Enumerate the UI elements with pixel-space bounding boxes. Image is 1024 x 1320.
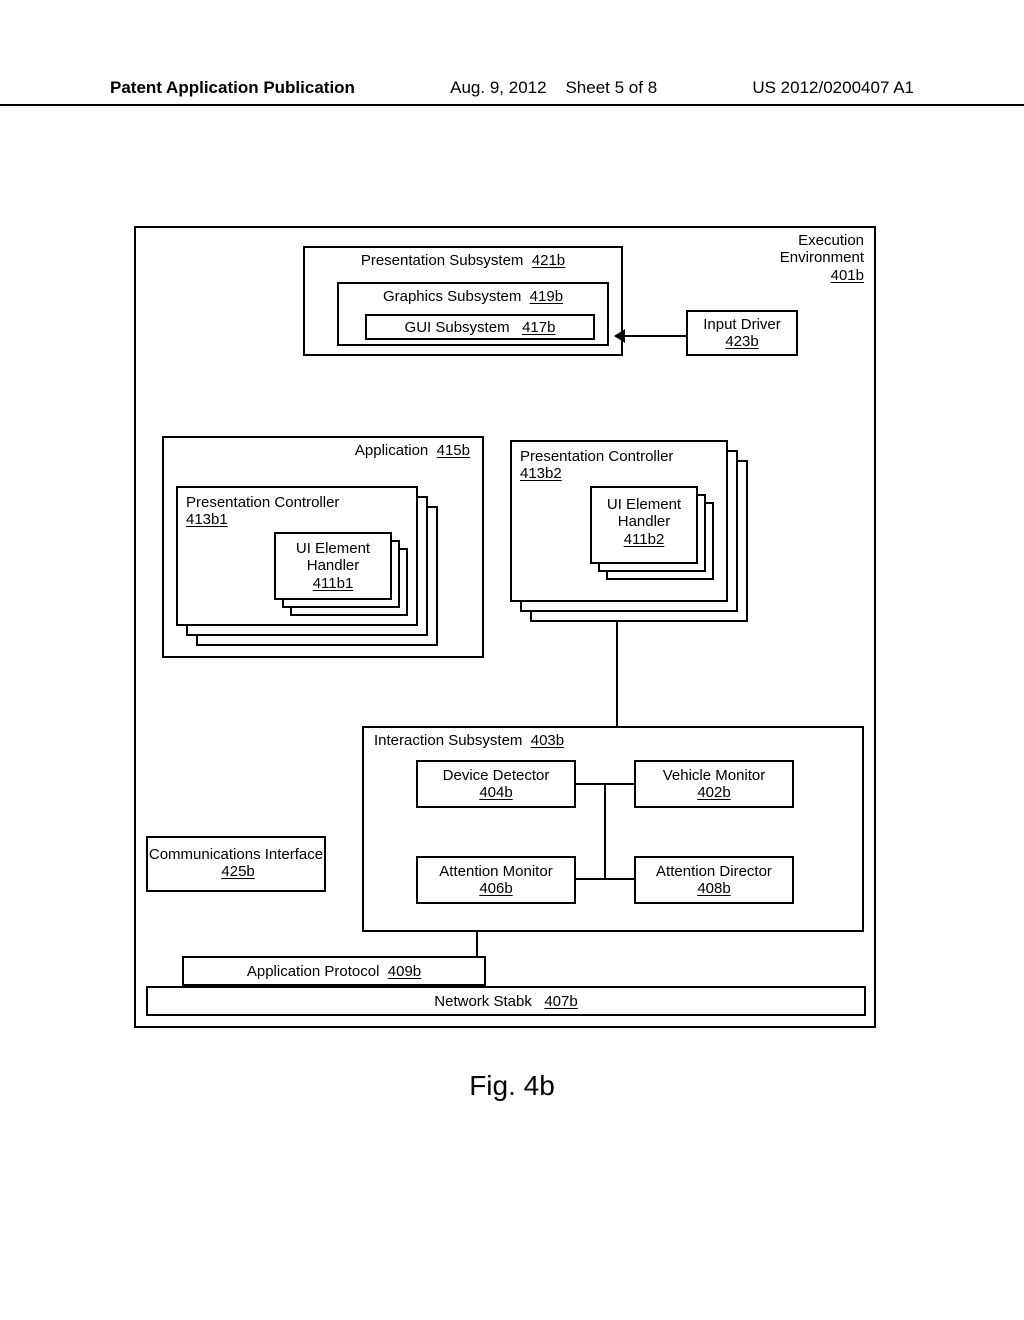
application-box: Application 415b Presentation Controller… xyxy=(162,436,484,658)
communications-interface-box: Communications Interface 425b xyxy=(146,836,326,892)
input-driver-title: Input Driver xyxy=(703,316,781,333)
network-stack-box: Network Stabk 407b xyxy=(146,986,866,1016)
gui-subsystem-title: GUI Subsystem xyxy=(405,319,510,336)
header-middle: Aug. 9, 2012 Sheet 5 of 8 xyxy=(355,78,752,98)
presentation-controller-1-box: Presentation Controller 413b1 UI Element… xyxy=(176,486,418,626)
page-header: Patent Application Publication Aug. 9, 2… xyxy=(0,78,1024,106)
attention-monitor-title: Attention Monitor xyxy=(439,863,552,880)
interaction-subsystem-label: Interaction Subsystem 403b xyxy=(374,732,564,749)
network-stack-ref: 407b xyxy=(544,993,577,1010)
graphics-subsystem-ref: 419b xyxy=(530,288,563,305)
connector-attmon-approto xyxy=(476,932,478,956)
ui-element-handler-1-label: UI Element Handler 411b1 xyxy=(276,540,390,592)
ui-element-handler-1-box: UI Element Handler 411b1 xyxy=(274,532,392,600)
graphics-subsystem-box: Graphics Subsystem 419b GUI Subsystem 41… xyxy=(337,282,609,346)
vehicle-monitor-ref: 402b xyxy=(697,784,730,801)
presentation-subsystem-ref: 421b xyxy=(532,252,565,269)
arrowhead-icon xyxy=(614,329,625,343)
presentation-controller-1-label: Presentation Controller 413b1 xyxy=(186,494,346,529)
header-sheet: Sheet 5 of 8 xyxy=(565,78,657,97)
network-stack-title: Network Stabk xyxy=(434,993,532,1010)
application-ref: 415b xyxy=(437,442,470,459)
communications-interface-label: Communications Interface 425b xyxy=(148,846,324,881)
ui-element-handler-2-label: UI Element Handler 411b2 xyxy=(592,496,696,548)
presentation-controller-2-box: Presentation Controller 413b2 UI Element… xyxy=(510,440,728,602)
gui-subsystem-box: GUI Subsystem 417b xyxy=(365,314,595,340)
input-driver-box: Input Driver 423b xyxy=(686,310,798,356)
vehicle-monitor-box: Vehicle Monitor 402b xyxy=(634,760,794,808)
execution-environment-box: Execution Environment 401b Presentation … xyxy=(134,226,876,1028)
input-driver-ref: 423b xyxy=(725,333,758,350)
attention-director-ref: 408b xyxy=(697,880,730,897)
vehicle-monitor-title: Vehicle Monitor xyxy=(663,767,766,784)
attention-monitor-ref: 406b xyxy=(479,880,512,897)
connector-inputdriver-gui xyxy=(623,335,686,337)
attention-monitor-box: Attention Monitor 406b xyxy=(416,856,576,904)
application-protocol-title: Application Protocol xyxy=(247,963,380,980)
interaction-subsystem-box: Interaction Subsystem 403b Device Detect… xyxy=(362,726,864,932)
application-protocol-box: Application Protocol 409b xyxy=(182,956,486,986)
execution-environment-label: Execution Environment 401b xyxy=(754,232,864,284)
graphics-subsystem-title: Graphics Subsystem xyxy=(383,288,521,305)
connector-pc2-interaction xyxy=(616,622,618,726)
presentation-subsystem-box: Presentation Subsystem 421b Graphics Sub… xyxy=(303,246,623,356)
device-detector-ref: 404b xyxy=(479,784,512,801)
header-left: Patent Application Publication xyxy=(110,78,355,98)
application-title: Application xyxy=(355,442,428,459)
device-detector-title: Device Detector xyxy=(443,767,550,784)
device-detector-box: Device Detector 404b xyxy=(416,760,576,808)
application-protocol-ref: 409b xyxy=(388,963,421,980)
presentation-subsystem-title: Presentation Subsystem xyxy=(361,252,524,269)
header-date: Aug. 9, 2012 xyxy=(450,78,546,97)
gui-subsystem-ref: 417b xyxy=(522,319,555,336)
presentation-controller-2-label: Presentation Controller 413b2 xyxy=(520,448,700,483)
attention-director-title: Attention Director xyxy=(656,863,772,880)
ui-element-handler-2-box: UI Element Handler 411b2 xyxy=(590,486,698,564)
header-right: US 2012/0200407 A1 xyxy=(752,78,914,98)
attention-director-box: Attention Director 408b xyxy=(634,856,794,904)
figure-caption: Fig. 4b xyxy=(0,1070,1024,1102)
